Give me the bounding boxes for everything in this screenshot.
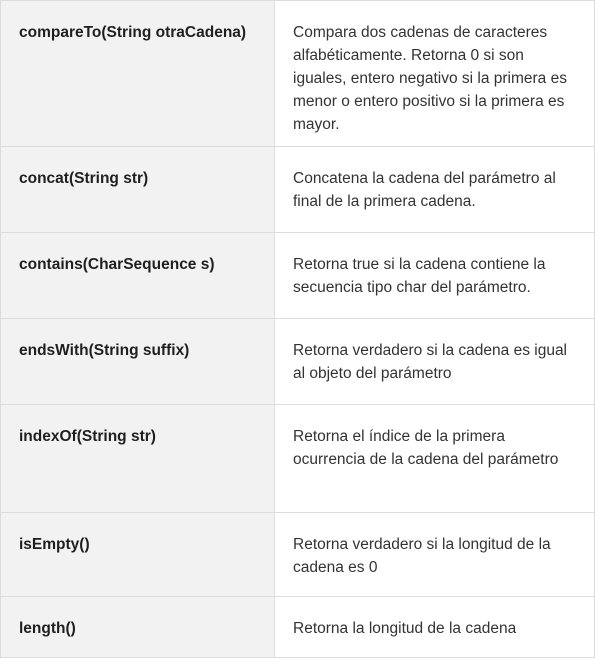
table-row: compareTo(String otraCadena) Compara dos… bbox=[0, 0, 595, 147]
method-description: Retorna verdadero si la longitud de la c… bbox=[293, 536, 551, 576]
method-description: Retorna verdadero si la cadena es igual … bbox=[293, 342, 568, 382]
method-description-cell: Retorna el índice de la primera ocurrenc… bbox=[274, 404, 595, 513]
table-row: concat(String str) Concatena la cadena d… bbox=[0, 146, 595, 233]
method-name: endsWith(String suffix) bbox=[19, 342, 190, 359]
method-name: indexOf(String str) bbox=[19, 428, 156, 445]
table-row: indexOf(String str) Retorna el índice de… bbox=[0, 404, 595, 513]
method-name-cell: isEmpty() bbox=[0, 512, 275, 597]
method-description-cell: Retorna true si la cadena contiene la se… bbox=[274, 232, 595, 319]
method-name: concat(String str) bbox=[19, 170, 149, 187]
method-description: Concatena la cadena del parámetro al fin… bbox=[293, 170, 556, 210]
method-description: Compara dos cadenas de caracteres alfabé… bbox=[293, 24, 567, 133]
method-description-cell: Retorna la longitud de la cadena bbox=[274, 596, 595, 658]
method-name-cell: endsWith(String suffix) bbox=[0, 318, 275, 405]
method-description-cell: Retorna verdadero si la cadena es igual … bbox=[274, 318, 595, 405]
table-row: length() Retorna la longitud de la caden… bbox=[0, 596, 595, 658]
method-name-cell: concat(String str) bbox=[0, 146, 275, 233]
method-name-cell: compareTo(String otraCadena) bbox=[0, 0, 275, 147]
method-description-cell: Compara dos cadenas de caracteres alfabé… bbox=[274, 0, 595, 147]
method-name-cell: length() bbox=[0, 596, 275, 658]
method-name-cell: indexOf(String str) bbox=[0, 404, 275, 513]
table-row: contains(CharSequence s) Retorna true si… bbox=[0, 232, 595, 319]
method-description: Retorna el índice de la primera ocurrenc… bbox=[293, 428, 559, 468]
method-name-cell: contains(CharSequence s) bbox=[0, 232, 275, 319]
method-name: contains(CharSequence s) bbox=[19, 256, 215, 273]
method-description-cell: Retorna verdadero si la longitud de la c… bbox=[274, 512, 595, 597]
table-row: isEmpty() Retorna verdadero si la longit… bbox=[0, 512, 595, 597]
method-description: Retorna true si la cadena contiene la se… bbox=[293, 256, 546, 296]
method-name: compareTo(String otraCadena) bbox=[19, 24, 247, 41]
string-methods-table: compareTo(String otraCadena) Compara dos… bbox=[0, 0, 595, 658]
method-name: isEmpty() bbox=[19, 536, 90, 553]
method-description-cell: Concatena la cadena del parámetro al fin… bbox=[274, 146, 595, 233]
method-name: length() bbox=[19, 620, 76, 637]
method-description: Retorna la longitud de la cadena bbox=[293, 620, 517, 637]
table-row: endsWith(String suffix) Retorna verdader… bbox=[0, 318, 595, 405]
